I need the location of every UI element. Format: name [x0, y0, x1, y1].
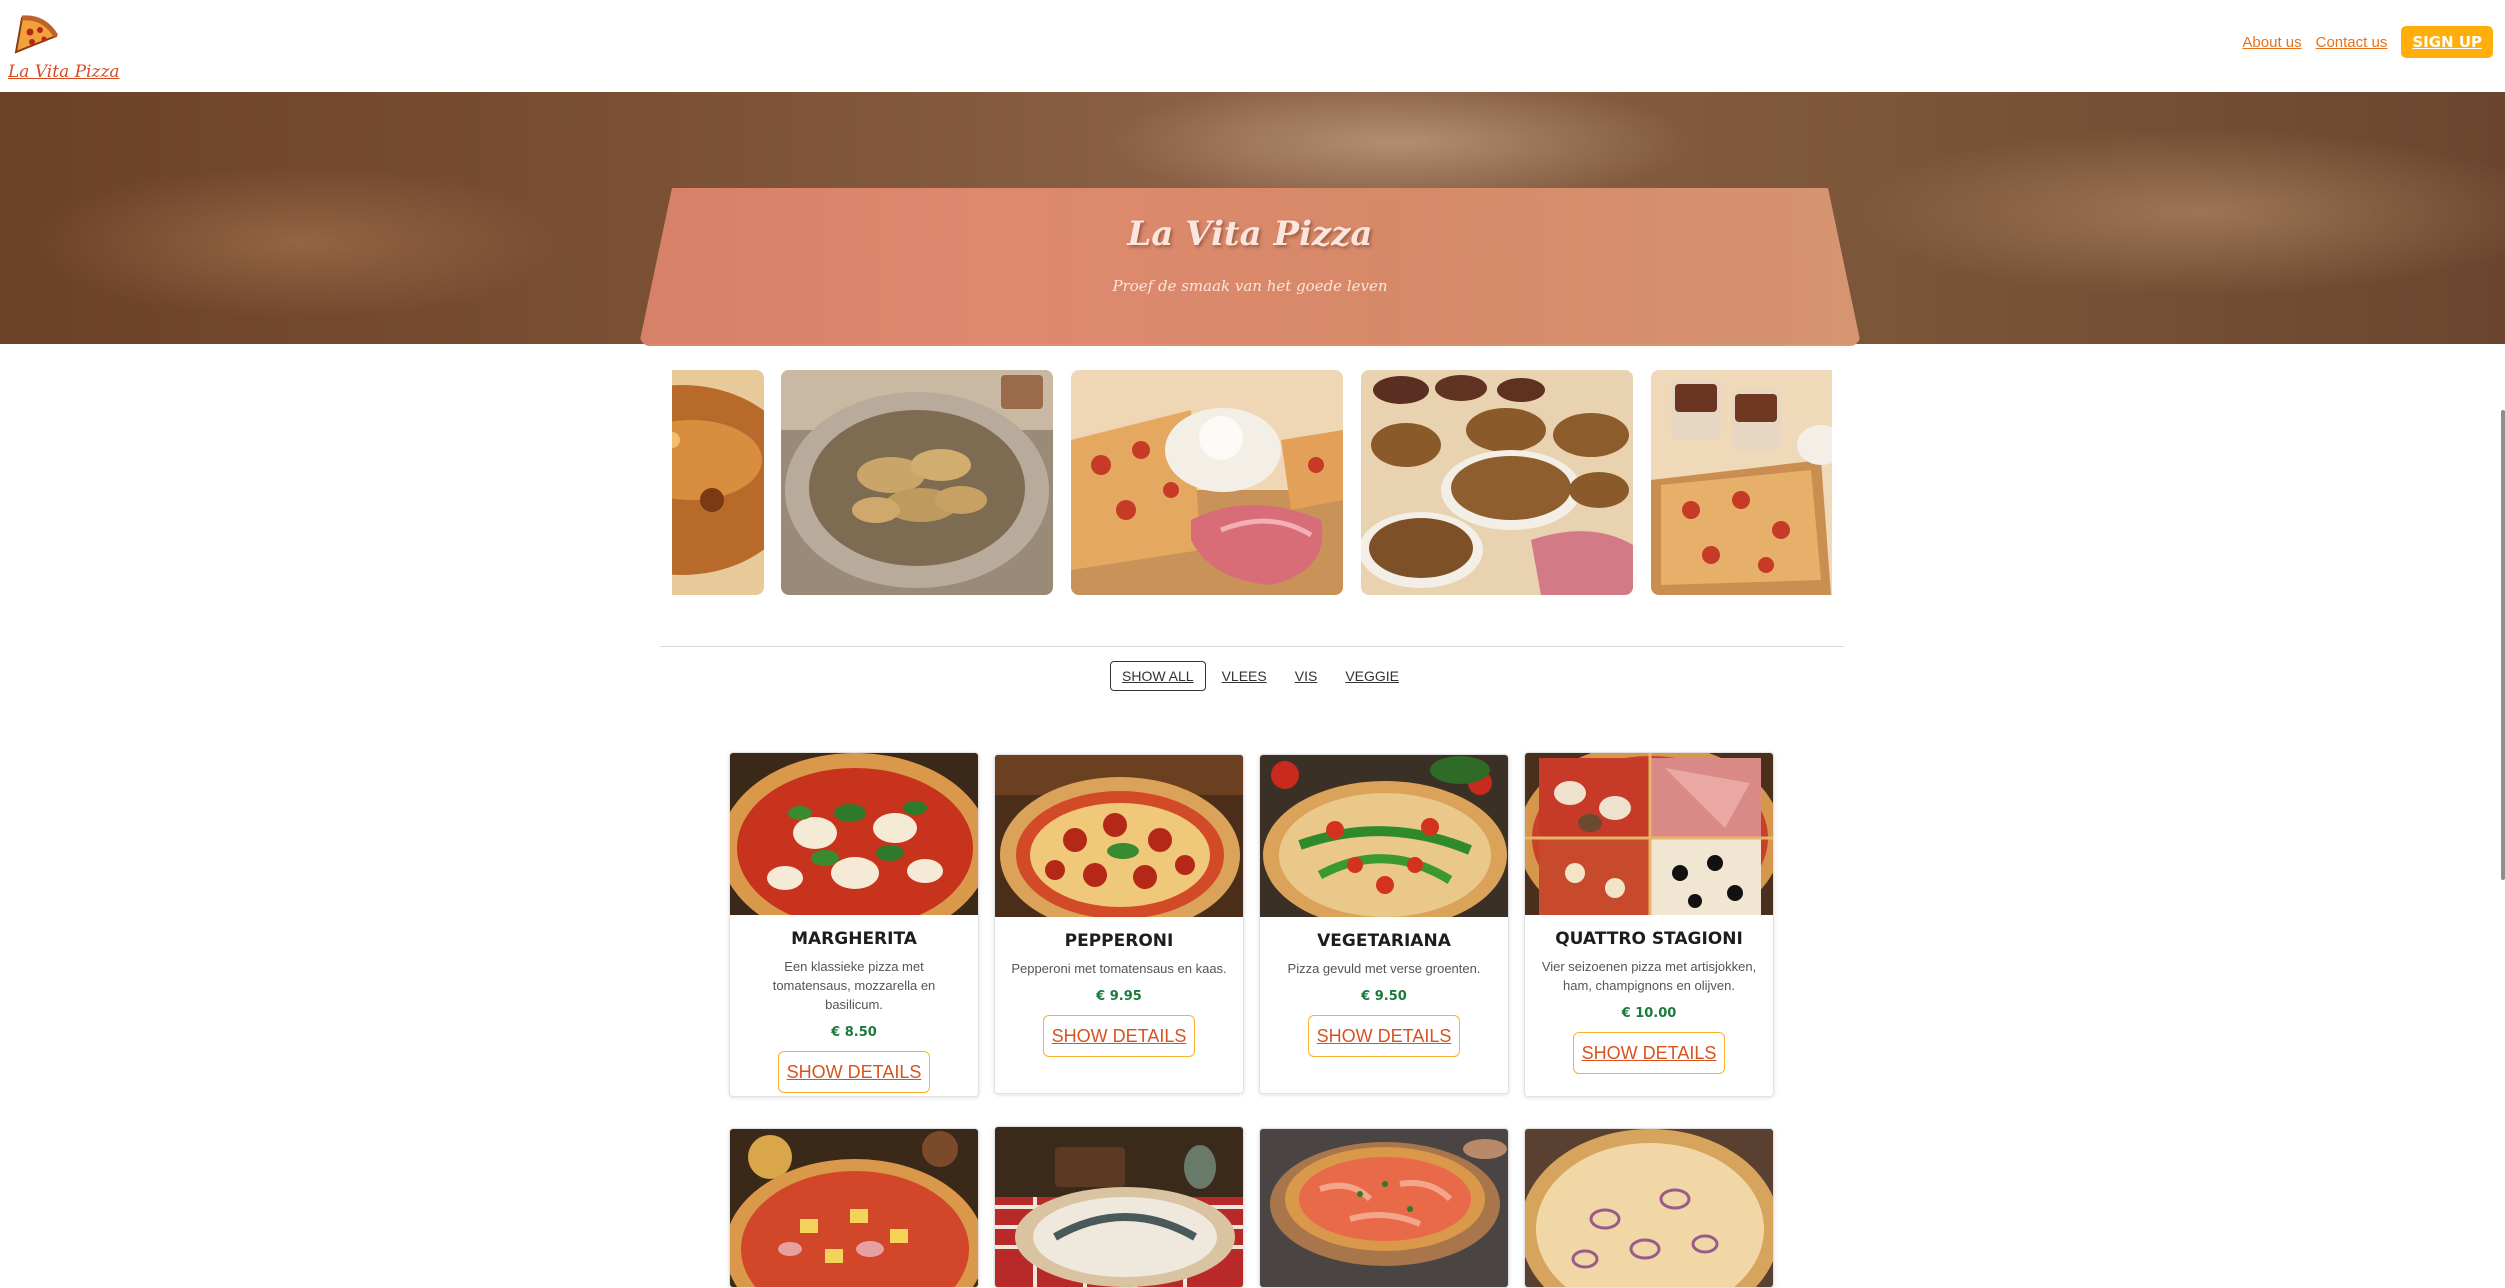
show-details-button[interactable]: SHOW DETAILS — [1573, 1032, 1725, 1074]
vegetariana-image — [1260, 755, 1508, 917]
section-divider — [660, 646, 1844, 647]
pizza-slice-icon — [14, 15, 59, 54]
grain-bowls-ham-image — [1361, 370, 1633, 595]
hero-title-panel — [640, 188, 1860, 346]
product-description: Pepperoni met tomatensaus en kaas. — [1011, 961, 1227, 976]
hero-subtitle: Proef de smaak van het goede leven — [1112, 277, 1388, 295]
product-price: € 8.50 — [831, 1025, 877, 1040]
product-description: Een klassieke pizza met tomatensaus, moz… — [772, 959, 936, 1012]
about-us-link[interactable]: About us — [2242, 34, 2301, 51]
filter-show-all[interactable]: SHOW ALL — [1110, 661, 1206, 691]
product-description: Vier seizoenen pizza met artisjokken, ha… — [1541, 959, 1757, 993]
product-card: VEGETARIANA Pizza gevuld met verse groen… — [1259, 754, 1509, 1094]
pizza-burrata-ham-image — [1071, 370, 1343, 595]
product-price: € 9.50 — [1361, 989, 1407, 1004]
show-details-button[interactable]: SHOW DETAILS — [778, 1051, 930, 1093]
product-description: Pizza gevuld met verse groenten. — [1287, 961, 1481, 976]
product-price: € 9.95 — [1096, 989, 1142, 1004]
ravioli-image — [781, 370, 1053, 595]
quattro-stagioni-image — [1525, 753, 1773, 915]
hawaii-pizza-image — [730, 1129, 978, 1287]
page-scrollbar[interactable] — [2501, 410, 2505, 880]
product-card — [729, 1128, 979, 1288]
product-name: MARGHERITA — [791, 929, 917, 949]
tonno-pizza-image — [995, 1127, 1243, 1287]
onion-pizza-image — [1525, 1129, 1773, 1287]
logo-text[interactable]: La Vita Pizza — [8, 62, 120, 82]
baked-dish-image — [672, 370, 764, 595]
pizza-dessert-image — [1651, 370, 1832, 595]
product-card: MARGHERITA Een klassieke pizza met tomat… — [729, 752, 979, 1097]
category-filters: SHOW ALL VLEES VIS VEGGIE — [1110, 661, 1411, 691]
product-price: € 10.00 — [1621, 1006, 1677, 1021]
hero-title: La Vita Pizza — [1127, 214, 1373, 254]
show-details-button[interactable]: SHOW DETAILS — [1043, 1015, 1195, 1057]
filter-veggie[interactable]: VEGGIE — [1333, 661, 1411, 691]
filter-vis[interactable]: VIS — [1283, 661, 1330, 691]
product-card: QUATTRO STAGIONI Vier seizoenen pizza me… — [1524, 752, 1774, 1097]
pepperoni-image — [995, 755, 1243, 917]
logo[interactable]: La Vita Pizza — [6, 8, 120, 88]
product-name: VEGETARIANA — [1317, 931, 1451, 951]
product-card: PEPPERONI Pepperoni met tomatensaus en k… — [994, 754, 1244, 1094]
header-links: About us Contact us SIGN UP — [2242, 26, 2493, 58]
margherita-image — [730, 753, 978, 915]
top-navigation-bar: La Vita Pizza About us Contact us SIGN U… — [0, 0, 2505, 92]
show-details-button[interactable]: SHOW DETAILS — [1308, 1015, 1460, 1057]
filter-vlees[interactable]: VLEES — [1210, 661, 1279, 691]
sign-up-button[interactable]: SIGN UP — [2401, 26, 2493, 58]
food-carousel[interactable] — [672, 370, 1832, 595]
product-name: PEPPERONI — [1064, 931, 1174, 951]
contact-us-link[interactable]: Contact us — [2316, 34, 2388, 51]
product-card — [994, 1126, 1244, 1288]
salmon-pizza-image — [1260, 1129, 1508, 1287]
product-card — [1259, 1128, 1509, 1288]
product-name: QUATTRO STAGIONI — [1555, 929, 1743, 949]
product-card — [1524, 1128, 1774, 1288]
